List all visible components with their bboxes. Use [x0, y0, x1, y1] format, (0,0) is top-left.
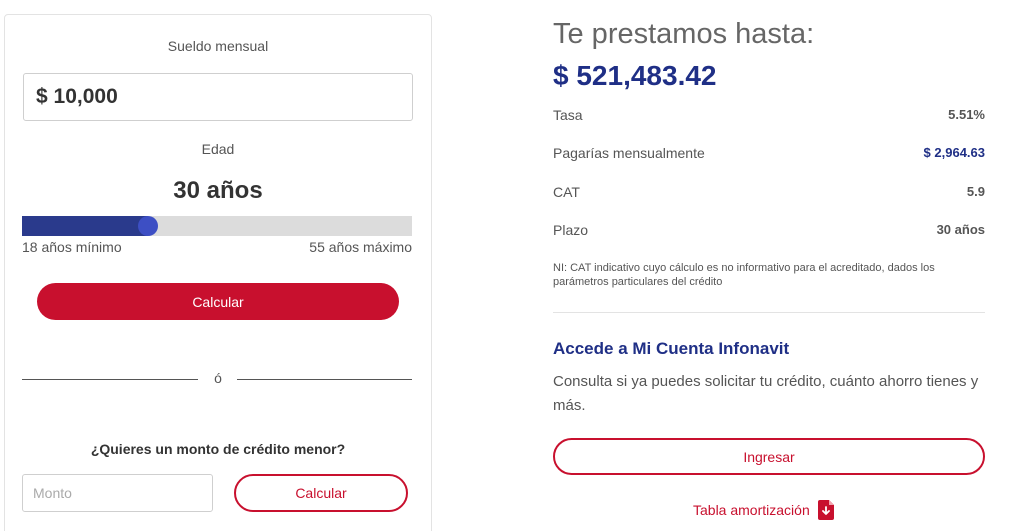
salary-label: Sueldo mensual	[167, 38, 269, 54]
cat-disclaimer: NI: CAT indicativo cuyo cálculo es no in…	[553, 262, 935, 288]
rate-value: 5.51%	[948, 107, 985, 122]
result-row-term: Plazo 30 años	[553, 222, 985, 242]
term-value: 30 años	[936, 222, 985, 237]
age-slider-handle[interactable]	[138, 216, 159, 236]
result-row-monthly-payment: Pagarías mensualmente $ 2,964.63	[553, 145, 985, 165]
amortization-link-label: Tabla amortización	[693, 502, 810, 518]
account-section-title: Accede a Mi Cuenta Infonavit	[553, 339, 790, 358]
divider-or-text: ó	[214, 370, 222, 386]
loan-amount: $ 521,483.42	[553, 60, 717, 91]
term-label: Plazo	[553, 222, 589, 238]
age-slider-fill	[22, 216, 149, 236]
lower-amount-question: ¿Quieres un monto de crédito menor?	[90, 441, 346, 457]
age-slider[interactable]	[22, 216, 412, 236]
age-min-label: 18 años mínimo	[22, 239, 122, 255]
amortization-table-link[interactable]: Tabla amortización	[693, 500, 834, 520]
age-label: Edad	[201, 141, 235, 157]
pdf-download-icon	[817, 500, 834, 520]
result-headline: Te prestamos hasta:	[553, 18, 815, 50]
age-max-label: 55 años máximo	[309, 239, 412, 255]
cat-label: CAT	[553, 184, 580, 200]
result-row-cat: CAT 5.9	[553, 184, 985, 204]
loan-result-panel: Te prestamos hasta: $ 521,483.42 Tasa 5.…	[553, 0, 985, 531]
cat-value: 5.9	[966, 184, 985, 199]
age-value: 30 años	[173, 177, 263, 204]
section-divider	[553, 312, 985, 313]
monthly-payment-label: Pagarías mensualmente	[553, 145, 705, 161]
amount-input[interactable]	[22, 474, 213, 512]
account-section-description: Consulta si ya puedes solicitar tu crédi…	[553, 373, 979, 414]
login-button[interactable]: Ingresar	[553, 438, 985, 475]
credit-calculator-card: Sueldo mensual Edad 30 años 18 años míni…	[4, 14, 432, 531]
salary-input[interactable]	[23, 73, 413, 121]
rate-label: Tasa	[553, 107, 583, 123]
divider-right	[237, 379, 412, 380]
result-row-rate: Tasa 5.51%	[553, 107, 985, 127]
amount-calculate-button[interactable]: Calcular	[234, 474, 408, 512]
monthly-payment-value: $ 2,964.63	[923, 145, 985, 160]
calculate-button[interactable]: Calcular	[37, 283, 399, 320]
